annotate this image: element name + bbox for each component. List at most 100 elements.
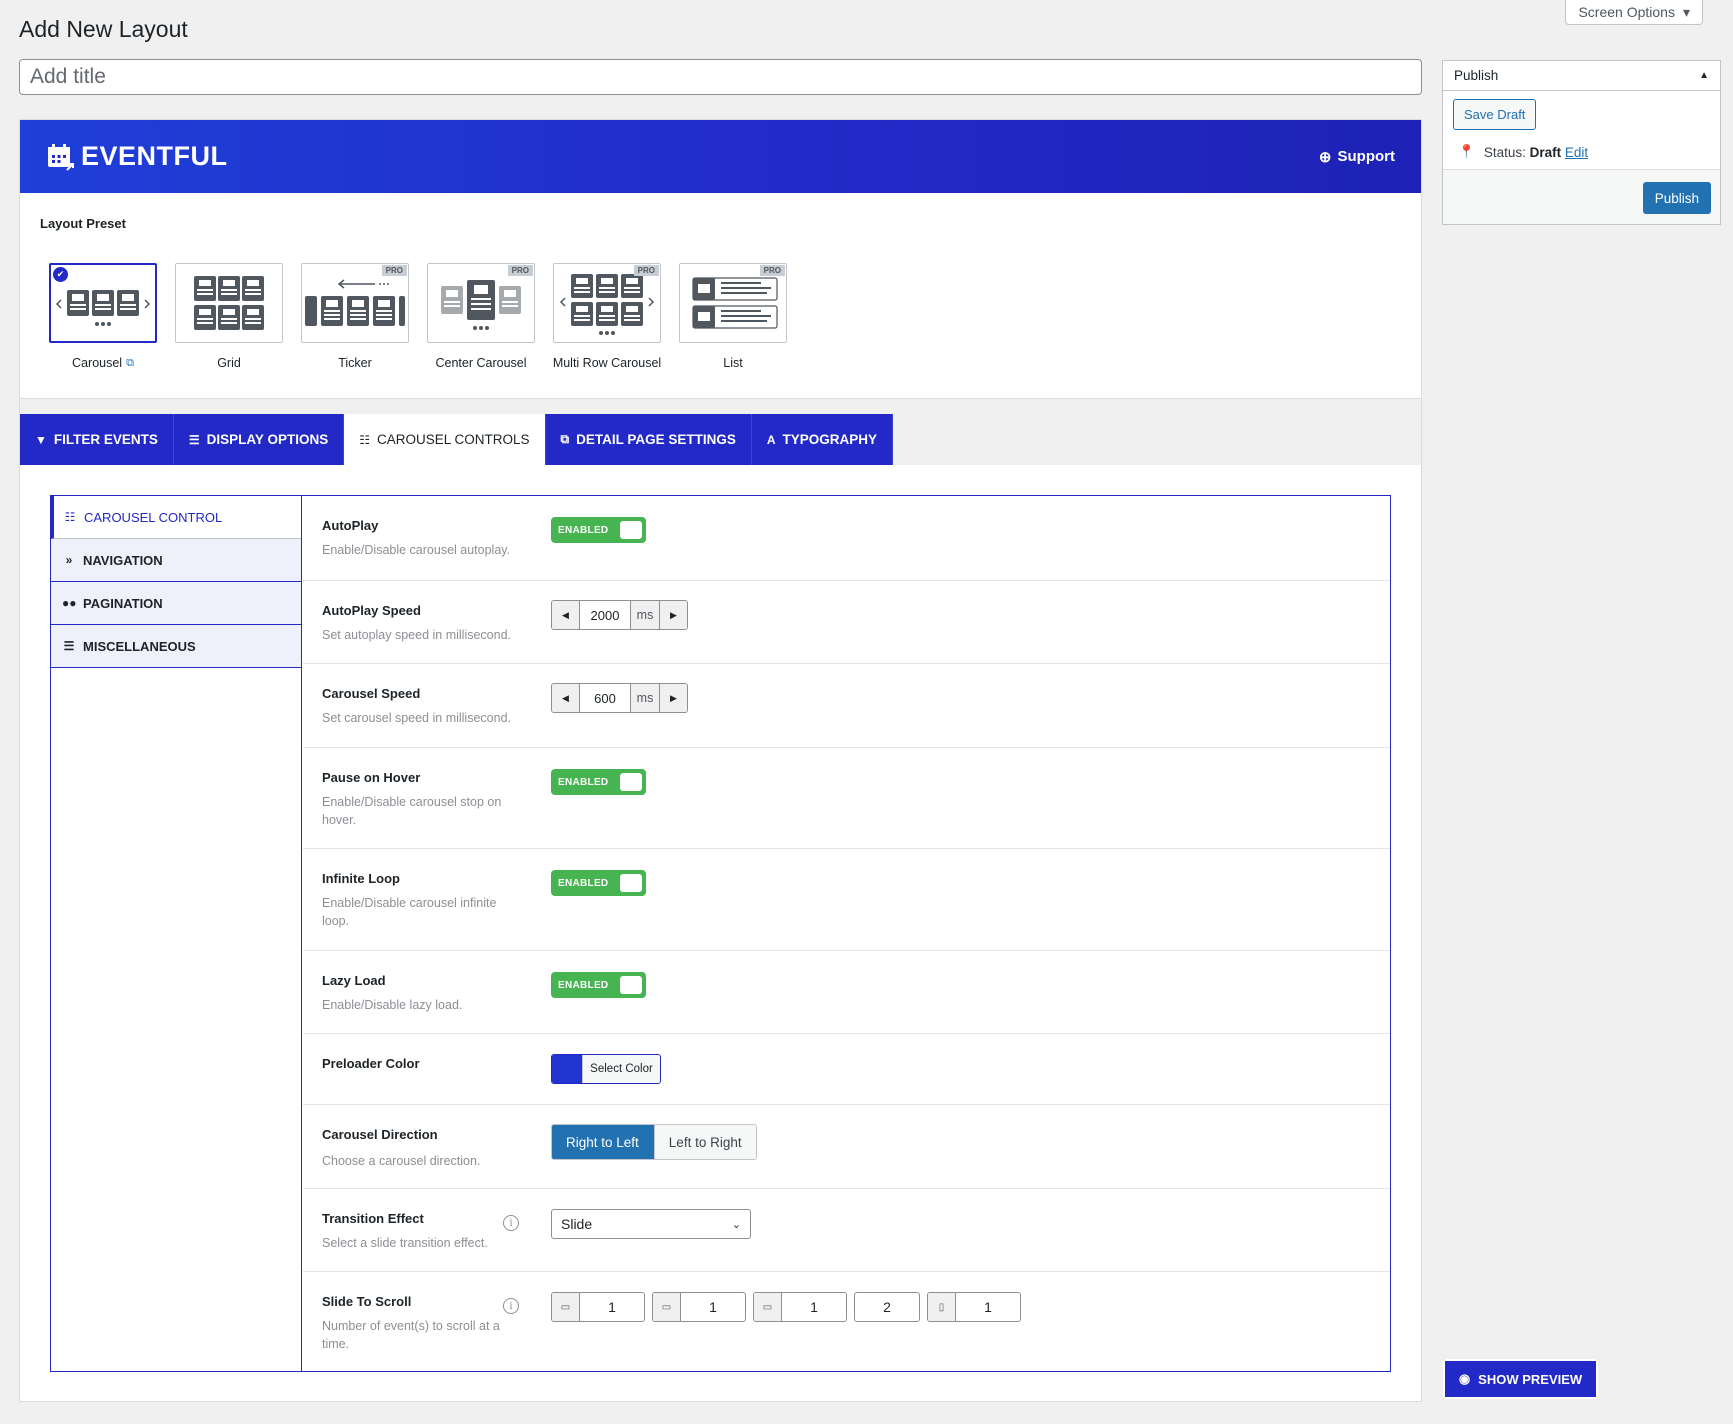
preset-thumb: PRO: [301, 263, 409, 343]
filter-icon: ▼: [35, 432, 47, 447]
preset-grid[interactable]: Grid: [166, 263, 292, 370]
large-desktop-icon: ▭: [552, 1293, 580, 1321]
field-title: Lazy Load: [322, 973, 386, 988]
preset-list[interactable]: PRO List: [670, 263, 796, 370]
support-link[interactable]: ⊕ Support: [1319, 148, 1395, 166]
desktop-input[interactable]: 1: [681, 1293, 745, 1321]
subnav-label: CAROUSEL CONTROL: [84, 509, 223, 525]
tab-carousel-controls[interactable]: ☷ CAROUSEL CONTROLS: [344, 414, 546, 465]
field-lazy-load: Lazy Load Enable/Disable lazy load. ENAB…: [303, 951, 1390, 1034]
preloader-color-picker[interactable]: Select Color: [551, 1054, 661, 1084]
publish-box-header[interactable]: Publish ▲: [1443, 61, 1720, 91]
font-icon: A: [766, 432, 776, 447]
screen-options-button[interactable]: Screen Options ▾: [1565, 0, 1703, 25]
toggle-knob: [620, 874, 642, 892]
tab-label: FILTER EVENTS: [53, 432, 158, 447]
mobile-input[interactable]: 1: [956, 1293, 1020, 1321]
tab-typography[interactable]: A TYPOGRAPHY: [751, 414, 894, 465]
tablet-input[interactable]: 2: [855, 1293, 919, 1321]
info-icon[interactable]: i: [503, 1215, 519, 1231]
direction-ltr-button[interactable]: Left to Right: [653, 1125, 756, 1159]
subnav-navigation[interactable]: » NAVIGATION: [51, 539, 301, 582]
subnav-label: PAGINATION: [83, 595, 163, 611]
edit-status-link[interactable]: Edit: [1565, 145, 1588, 160]
carousel-speed-input[interactable]: 600: [580, 684, 630, 712]
laptop-icon: ▭: [754, 1293, 782, 1321]
toggle-label: ENABLED: [558, 877, 609, 889]
increment-arrow-icon[interactable]: ▶: [659, 601, 687, 629]
preset-name: Center Carousel: [435, 356, 527, 370]
pause-on-hover-toggle[interactable]: ENABLED: [551, 769, 646, 795]
publish-box: Publish ▲ Save Draft 📍 Status: Draft Edi…: [1442, 60, 1721, 225]
chevron-down-icon: ⌄: [731, 1218, 741, 1231]
preset-carousel[interactable]: ✔ Carousel ⧉: [40, 263, 166, 370]
transition-effect-select[interactable]: Slide ⌄: [551, 1209, 751, 1239]
caret-up-icon[interactable]: ▲: [1699, 70, 1709, 81]
decrement-arrow-icon[interactable]: ◀: [552, 601, 580, 629]
settings-subnav: ☷ CAROUSEL CONTROL » NAVIGATION ●● PAGIN…: [51, 496, 302, 1371]
field-transition-effect: Transition Effect i Select a slide trans…: [303, 1189, 1390, 1272]
carousel-settings-panel: ☷ CAROUSEL CONTROL » NAVIGATION ●● PAGIN…: [50, 495, 1391, 1372]
subnav-miscellaneous[interactable]: ☰ MISCELLANEOUS: [51, 625, 301, 668]
check-icon: ✔: [53, 267, 68, 282]
tab-label: CAROUSEL CONTROLS: [376, 432, 530, 447]
field-preloader-color: Preloader Color Select Color: [303, 1034, 1390, 1105]
field-title: Carousel Speed: [322, 686, 421, 701]
desktop-icon: ▭: [653, 1293, 681, 1321]
chevrons-right-icon: »: [65, 553, 73, 567]
subnav-pagination[interactable]: ●● PAGINATION: [51, 582, 301, 625]
list-icon: ☰: [63, 639, 75, 653]
tab-detail-page-settings[interactable]: ⧉ DETAIL PAGE SETTINGS: [545, 414, 752, 465]
subnav-label: MISCELLANEOUS: [83, 638, 196, 654]
layout-editor: EVENTFUL ⊕ Support Layout Preset ✔ Carou…: [19, 119, 1422, 1402]
title-input[interactable]: Add title: [19, 59, 1422, 95]
autoplay-toggle[interactable]: ENABLED: [551, 517, 646, 543]
brand-logo: EVENTFUL: [45, 141, 228, 172]
field-description: Enable/Disable carousel stop on hover.: [322, 795, 502, 827]
external-link-icon[interactable]: ⧉: [126, 357, 134, 370]
preset-multi-row-carousel[interactable]: PRO Multi Row Carousel: [544, 263, 670, 370]
selected-value: Slide: [561, 1216, 593, 1232]
tab-display-options[interactable]: ☰ DISPLAY OPTIONS: [173, 414, 345, 465]
publish-button[interactable]: Publish: [1642, 182, 1711, 214]
field-carousel-speed: Carousel Speed Set carousel speed in mil…: [303, 664, 1390, 748]
sliders-icon: ☷: [359, 432, 370, 447]
field-title: Preloader Color: [322, 1056, 420, 1071]
field-slide-to-scroll: Slide To Scroll i Number of event(s) to …: [303, 1272, 1390, 1376]
preset-name: List: [723, 356, 743, 370]
infinite-loop-toggle[interactable]: ENABLED: [551, 870, 646, 896]
preset-name: Carousel: [72, 356, 123, 370]
increment-arrow-icon[interactable]: ▶: [659, 684, 687, 712]
field-description: Set autoplay speed in millisecond.: [322, 628, 512, 642]
save-draft-button[interactable]: Save Draft: [1453, 99, 1537, 130]
layout-preset-list: ✔ Carousel ⧉ Grid PRO Ticker PRO Center …: [40, 263, 796, 370]
direction-rtl-button[interactable]: Right to Left: [552, 1125, 654, 1159]
color-swatch: [552, 1055, 582, 1083]
field-title: Slide To Scroll: [322, 1294, 412, 1309]
status-label: Status:: [1483, 144, 1526, 160]
laptop-input-group: ▭ 1: [753, 1292, 847, 1322]
external-link-icon: ⧉: [560, 432, 570, 446]
preset-thumb: PRO: [553, 263, 661, 343]
laptop-input[interactable]: 1: [782, 1293, 846, 1321]
caret-down-icon: ▾: [1682, 3, 1690, 20]
pro-badge: PRO: [633, 265, 659, 276]
status-value: Draft: [1529, 144, 1562, 160]
preset-center-carousel[interactable]: PRO Center Carousel: [418, 263, 544, 370]
preset-ticker[interactable]: PRO Ticker: [292, 263, 418, 370]
decrement-arrow-icon[interactable]: ◀: [552, 684, 580, 712]
tab-filter-events[interactable]: ▼ FILTER EVENTS: [20, 414, 174, 465]
info-icon[interactable]: i: [503, 1298, 519, 1314]
lazy-load-toggle[interactable]: ENABLED: [551, 972, 646, 998]
preset-thumb: PRO: [679, 263, 787, 343]
subnav-carousel-control[interactable]: ☷ CAROUSEL CONTROL: [51, 496, 301, 539]
preset-thumb: [175, 263, 283, 343]
show-preview-button[interactable]: ◉ SHOW PREVIEW: [1443, 1359, 1598, 1399]
field-title: AutoPlay Speed: [322, 603, 421, 618]
autoplay-speed-input[interactable]: 2000: [580, 601, 630, 629]
preset-thumb: PRO: [427, 263, 535, 343]
large-desktop-input[interactable]: 1: [580, 1293, 644, 1321]
pro-badge: PRO: [759, 265, 785, 276]
field-autoplay: AutoPlay Enable/Disable carousel autopla…: [303, 496, 1390, 581]
field-autoplay-speed: AutoPlay Speed Set autoplay speed in mil…: [303, 581, 1390, 664]
